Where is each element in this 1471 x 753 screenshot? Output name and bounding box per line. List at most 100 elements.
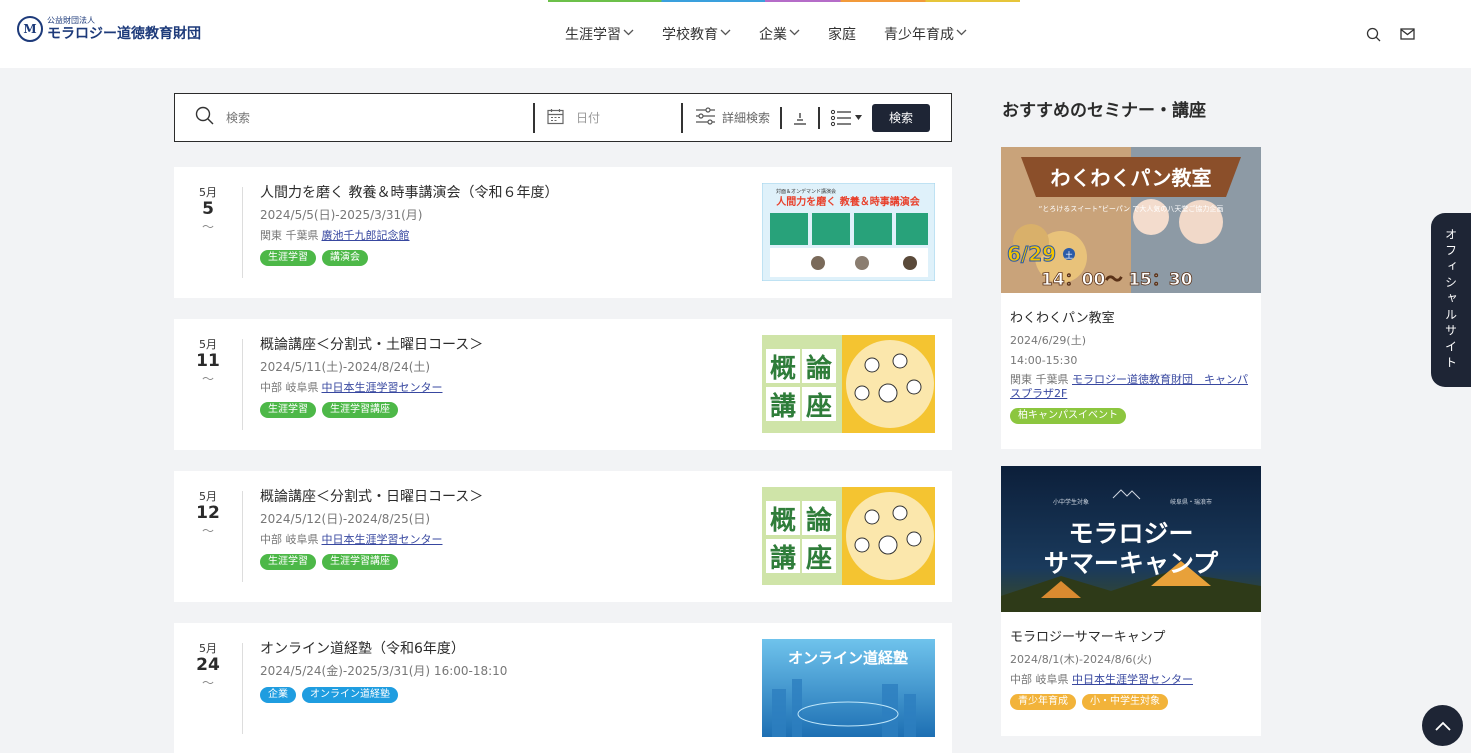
event-title[interactable]: 人間力を磨く 教養＆時事講演会（令和６年度）	[260, 184, 740, 202]
svg-text:概: 概	[770, 506, 796, 536]
recommended-card-1[interactable]: わくわくパン教室 “とろけるスイート”ビーパン で大人気の八天堂ご協力企画 6/…	[1001, 147, 1261, 449]
card-thumbnail[interactable]: 小中学生対象 岐阜県・瑞浪市 モラロジー サマーキャンプ	[1001, 466, 1261, 612]
venue-link[interactable]: 中日本生涯学習センター	[322, 533, 443, 546]
svg-text:サマーキャンプ: サマーキャンプ	[1044, 549, 1219, 578]
event-date: 5月 24 〜	[196, 642, 220, 690]
event-card-3[interactable]: 5月 12 〜 概論講座＜分割式・日曜日コース＞ 2024/5/12(日)-20…	[174, 471, 952, 602]
logo-mark-icon: M	[17, 16, 43, 42]
event-card-1[interactable]: 5月 5 〜 人間力を磨く 教養＆時事講演会（令和６年度） 2024/5/5(日…	[174, 167, 952, 298]
event-search-bar: 日付 詳細検索 検索	[174, 93, 952, 142]
svg-text:わくわくパン教室: わくわくパン教室	[1051, 166, 1212, 190]
category-tag[interactable]: 生涯学習	[260, 554, 316, 570]
date-filter[interactable]: 日付	[535, 102, 683, 133]
svg-text:モラロジー: モラロジー	[1068, 519, 1193, 548]
event-title[interactable]: 概論講座＜分割式・土曜日コース＞	[260, 336, 740, 354]
card-date: 2024/8/1(木)-2024/8/6(火)	[1010, 653, 1152, 666]
chevron-down-icon	[623, 29, 634, 39]
advanced-search-label: 詳細検索	[722, 111, 771, 125]
svg-text:“とろけるスイート”ビーパン で大人気の八天堂ご協力企画: “とろけるスイート”ビーパン で大人気の八天堂ご協力企画	[1039, 204, 1224, 213]
event-location: 関東 千葉県 廣池千九郎記念館	[260, 229, 410, 242]
logo-title: モラロジー道徳教育財団	[47, 26, 201, 42]
nav-item-lifelong[interactable]: 生涯学習	[565, 24, 634, 44]
site-logo[interactable]: M 公益財団法人 モラロジー道徳教育財団	[17, 16, 201, 42]
category-tag[interactable]: 生涯学習	[260, 250, 316, 266]
svg-text:論: 論	[806, 353, 833, 384]
chevron-down-icon	[789, 29, 800, 39]
recommended-card-2[interactable]: 小中学生対象 岐阜県・瑞浪市 モラロジー サマーキャンプ モラロジーサマーキャン…	[1001, 466, 1261, 736]
list-view-icon[interactable]	[830, 109, 863, 127]
category-tag[interactable]: 生涯学習講座	[322, 554, 398, 570]
event-thumbnail[interactable]: オンライン道経塾	[762, 639, 935, 737]
event-date-range: 2024/5/12(日)-2024/8/25(日)	[260, 512, 431, 526]
search-icon[interactable]	[1365, 26, 1381, 42]
card-title[interactable]: モラロジーサマーキャンプ	[1010, 626, 1252, 645]
header-color-bar	[548, 0, 1020, 2]
site-header: M 公益財団法人 モラロジー道徳教育財団 生涯学習 学校教育 企業 家庭 青少年…	[0, 0, 1471, 68]
event-date: 5月 11 〜	[196, 338, 220, 386]
svg-text:土: 土	[1065, 250, 1073, 260]
filter-sliders-icon	[695, 107, 716, 128]
event-title[interactable]: オンライン道経塾（令和6年度）	[260, 640, 740, 658]
svg-text:人間力を磨く 教養＆時事講演会: 人間力を磨く 教養＆時事講演会	[776, 195, 919, 208]
venue-link[interactable]: 中日本生涯学習センター	[1072, 673, 1193, 686]
venue-link[interactable]: 廣池千九郎記念館	[322, 229, 410, 242]
chevron-up-icon	[1434, 721, 1451, 731]
svg-text:小中学生対象: 小中学生対象	[1053, 498, 1089, 506]
chevron-down-icon	[956, 29, 967, 39]
event-date-range: 2024/5/24(金)-2025/3/31(月) 16:00-18:10	[260, 664, 508, 678]
svg-text:6/29: 6/29	[1007, 242, 1056, 266]
card-location: 関東 千葉県 モラロジー道徳教育財団 キャンパスプラザ2F	[1010, 373, 1248, 400]
event-card-4[interactable]: 5月 24 〜 オンライン道経塾（令和6年度） 2024/5/24(金)-202…	[174, 623, 952, 753]
svg-text:概: 概	[770, 354, 796, 384]
event-thumbnail[interactable]: 対面＆オンデマンド講演会 人間力を磨く 教養＆時事講演会	[762, 183, 935, 281]
category-tag[interactable]: 生涯学習講座	[322, 402, 398, 418]
card-time: 14:00-15:30	[1010, 354, 1078, 367]
category-tag[interactable]: 小・中学生対象	[1082, 694, 1168, 710]
official-site-tab[interactable]: オフィシャルサイト	[1431, 213, 1471, 387]
nav-item-company[interactable]: 企業	[759, 24, 800, 44]
chevron-down-icon	[720, 29, 731, 39]
search-submit-button[interactable]: 検索	[872, 103, 931, 132]
category-tag[interactable]: オンライン道経塾	[302, 687, 398, 703]
category-tag[interactable]: 青少年育成	[1010, 694, 1076, 710]
venue-link[interactable]: 中日本生涯学習センター	[322, 381, 443, 394]
event-date-range: 2024/5/5(日)-2025/3/31(月)	[260, 208, 423, 222]
nav-item-youth[interactable]: 青少年育成	[884, 24, 967, 44]
date-placeholder: 日付	[576, 111, 601, 125]
svg-text:岐阜県・瑞浪市: 岐阜県・瑞浪市	[1170, 498, 1212, 506]
nav-item-family[interactable]: 家庭	[828, 24, 856, 44]
svg-text:対面＆オンデマンド講演会: 対面＆オンデマンド講演会	[776, 188, 836, 195]
event-date: 5月 5 〜	[199, 186, 217, 234]
sort-icon[interactable]	[792, 110, 808, 126]
nav-item-school[interactable]: 学校教育	[662, 24, 731, 44]
mail-icon[interactable]	[1399, 26, 1415, 42]
svg-text:講: 講	[770, 543, 796, 574]
event-thumbnail[interactable]: 概 論 講 座	[762, 335, 935, 433]
category-tag[interactable]: 柏キャンパスイベント	[1010, 408, 1126, 424]
event-location: 中部 岐阜県 中日本生涯学習センター	[260, 533, 443, 546]
advanced-search-button[interactable]: 詳細検索	[683, 103, 770, 133]
back-to-top-button[interactable]	[1422, 705, 1463, 746]
category-tag[interactable]: 講演会	[322, 250, 368, 266]
card-title[interactable]: わくわくパン教室	[1010, 307, 1252, 326]
event-date: 5月 12 〜	[196, 490, 220, 538]
keyword-search-input[interactable]	[226, 110, 516, 125]
main-nav: 生涯学習 学校教育 企業 家庭 青少年育成	[565, 24, 995, 44]
svg-text:論: 論	[806, 505, 833, 536]
logo-subtitle: 公益財団法人	[47, 16, 95, 25]
event-date-range: 2024/5/11(土)-2024/8/24(土)	[260, 360, 431, 374]
card-date: 2024/6/29(土)	[1010, 334, 1086, 347]
event-title[interactable]: 概論講座＜分割式・日曜日コース＞	[260, 488, 740, 506]
svg-text:座: 座	[806, 543, 832, 574]
category-tag[interactable]: 生涯学習	[260, 402, 316, 418]
svg-text:座: 座	[806, 391, 832, 422]
sidebar-heading: おすすめのセミナー・講座	[1002, 101, 1206, 121]
card-location: 中部 岐阜県 中日本生涯学習センター	[1010, 673, 1193, 686]
event-thumbnail[interactable]: 概 論 講 座	[762, 487, 935, 585]
category-tag[interactable]: 企業	[260, 687, 296, 703]
event-card-2[interactable]: 5月 11 〜 概論講座＜分割式・土曜日コース＞ 2024/5/11(土)-20…	[174, 319, 952, 450]
search-icon	[195, 106, 214, 129]
card-thumbnail[interactable]: わくわくパン教室 “とろけるスイート”ビーパン で大人気の八天堂ご協力企画 6/…	[1001, 147, 1261, 293]
svg-text:14：00〜 15：30: 14：00〜 15：30	[1041, 270, 1193, 290]
svg-text:オンライン道経塾: オンライン道経塾	[788, 649, 908, 667]
